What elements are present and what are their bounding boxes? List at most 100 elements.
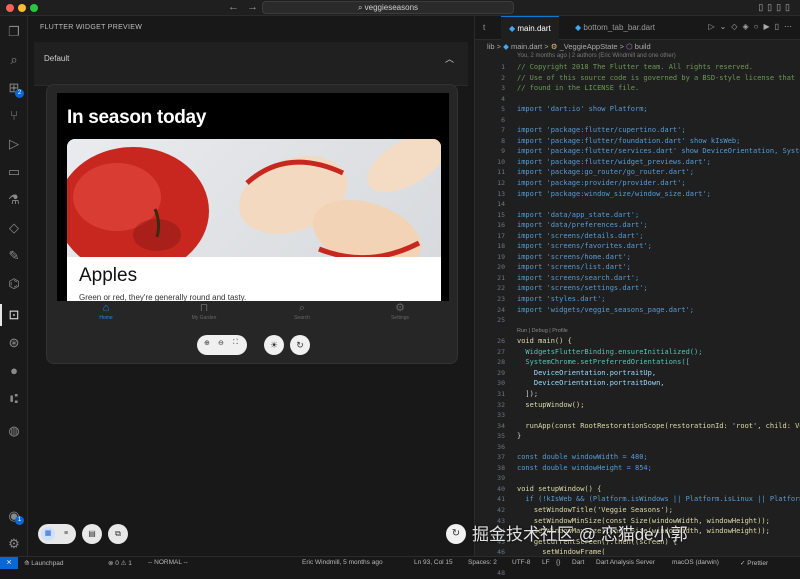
phone-preview[interactable]: In season today Apples Green or red, the… <box>57 93 449 301</box>
command-center-search[interactable]: ⌕ veggieseasons <box>262 1 514 14</box>
code-line: SystemChrome.setPreferredOrientations([ <box>517 358 690 367</box>
line-number: 4 <box>501 94 505 103</box>
active-indicator <box>0 304 2 326</box>
code-line: WidgetsFlutterBinding.ensureInitialized(… <box>517 347 703 356</box>
cursor-position[interactable]: Ln 93, Col 15 <box>414 559 453 566</box>
indentation[interactable]: Spaces: 2 <box>468 559 497 566</box>
github-icon[interactable]: ● <box>4 361 24 381</box>
brightness-toggle-icon[interactable]: ☀ <box>264 335 284 355</box>
source-control-icon[interactable]: ⑂ <box>4 106 24 126</box>
tab-bottom-tab-bar[interactable]: ◆ bottom_tab_bar.dart <box>567 16 663 40</box>
line-number: 6 <box>501 115 505 124</box>
line-number: 40 <box>497 484 505 493</box>
veggie-card[interactable]: Apples Green or red, they're generally r… <box>67 139 441 301</box>
minimize-window-button[interactable] <box>18 4 26 12</box>
prettier-status[interactable]: ✓ Prettier <box>740 559 768 567</box>
code-content[interactable]: // Copyright 2018 The Flutter team. All … <box>517 62 800 558</box>
launchpad-item[interactable]: ⟰ Launchpad <box>24 559 63 567</box>
zoom-out-icon[interactable]: ⊖ <box>218 339 224 347</box>
preview-card: In season today Apples Green or red, the… <box>46 84 458 364</box>
code-line: import 'screens/search.dart'; <box>517 273 640 282</box>
tab-home[interactable]: ⌂ Home <box>57 301 155 329</box>
blame-info[interactable]: Eric Windmill, 5 months ago <box>302 559 383 566</box>
preview-group-label: Default <box>44 54 70 63</box>
history-nav[interactable]: ←→ <box>228 1 266 13</box>
tab-main-dart[interactable]: ◆ main.dart <box>501 16 559 40</box>
testing-icon[interactable]: ⚗ <box>4 190 24 210</box>
line-number: 34 <box>497 421 505 430</box>
breadcrumb-file[interactable]: main.dart <box>511 42 542 51</box>
layout-toggle[interactable]: ▦ ≡ <box>38 524 76 544</box>
preview-group-header[interactable]: Default ︿ <box>34 42 468 86</box>
editor-actions[interactable]: ▷⌄◇◈○▶▯⋯ <box>708 22 797 31</box>
search-icon: ⌕ <box>357 3 365 12</box>
code-line: setWindowTitle('Veggie Seasons'); <box>517 505 673 514</box>
breadcrumb-method[interactable]: build <box>635 42 651 51</box>
braces-indicator[interactable]: {} <box>556 559 560 566</box>
explorer-icon[interactable]: ❐ <box>4 22 24 42</box>
tab-search[interactable]: ⌕ Search <box>253 301 351 329</box>
code-lens[interactable]: Run | Debug | Profile <box>517 326 800 337</box>
code-line: import 'package:flutter/cupertino.dart'; <box>517 126 686 135</box>
pull-request-icon[interactable]: ⊛ <box>4 333 24 353</box>
language-mode[interactable]: Dart <box>572 559 584 566</box>
remote-indicator-icon[interactable]: ⨯ <box>0 557 18 569</box>
open-preview-icon[interactable]: ⧉ <box>108 524 128 544</box>
code-line: ]); <box>517 389 539 398</box>
line-number: 36 <box>497 442 505 451</box>
close-window-button[interactable] <box>6 4 14 12</box>
line-number: 26 <box>497 337 505 346</box>
zoom-window-button[interactable] <box>30 4 38 12</box>
refresh-icon[interactable]: ↻ <box>446 524 466 544</box>
tab-settings[interactable]: ⚙ Settings <box>351 301 449 329</box>
flutter-icon[interactable]: ◇ <box>4 218 24 238</box>
code-line: // found in the LICENSE file. <box>517 84 640 93</box>
layout-controls[interactable]: ▯▯▯▯ <box>758 2 794 13</box>
prompt-icon[interactable]: ⌬ <box>4 274 24 294</box>
zoom-in-icon[interactable]: ⊕ <box>204 339 210 347</box>
encoding[interactable]: UTF-8 <box>512 559 530 566</box>
chevron-up-icon[interactable]: ︿ <box>445 52 454 65</box>
timeline-icon[interactable]: ⑆ <box>4 389 24 409</box>
code-line: void main() { <box>517 337 572 346</box>
run-debug-icon[interactable]: ▷ <box>4 134 24 154</box>
widget-preview-icon[interactable]: ⊡ <box>4 305 24 325</box>
search-icon[interactable]: ⌕ <box>4 50 24 70</box>
line-number: 2 <box>501 73 505 82</box>
list-view-icon[interactable]: ≡ <box>59 527 73 541</box>
problems-count[interactable]: ⊗ 0 ⚠ 1 <box>108 559 132 567</box>
breadcrumb-lib[interactable]: lib <box>487 42 495 51</box>
git-blame-header[interactable]: You, 2 months ago | 2 authors (Eric Wind… <box>517 53 676 59</box>
settings-gear-icon[interactable]: ⚙ <box>4 534 24 554</box>
tab-label: Settings <box>390 315 410 321</box>
target-device[interactable]: macOS (darwin) <box>672 559 719 566</box>
pen-icon[interactable]: ✎ <box>4 246 24 266</box>
code-line: setupWindow(); <box>517 400 585 409</box>
breadcrumb[interactable]: lib > ◆ main.dart > ⚙ _VeggieAppState > … <box>487 42 651 51</box>
restart-preview-icon[interactable]: ↻ <box>290 335 310 355</box>
line-number: 37 <box>497 453 505 462</box>
tab-my-garden[interactable]: ⊓ My Garden <box>155 301 253 329</box>
filter-file-icon[interactable]: ▤ <box>82 524 102 544</box>
line-number: 32 <box>497 400 505 409</box>
fit-screen-icon[interactable]: ⛶ <box>233 339 238 347</box>
line-number: 22 <box>497 284 505 293</box>
veggie-description: Green or red, they're generally round an… <box>79 293 247 301</box>
tab-partial[interactable]: t <box>475 16 493 40</box>
line-number: 1 <box>501 63 505 71</box>
analysis-server[interactable]: Dart Analysis Server <box>596 559 655 566</box>
remote-explorer-icon[interactable]: ▭ <box>4 162 24 182</box>
line-number: 35 <box>497 432 505 441</box>
line-number: 42 <box>497 505 505 514</box>
line-ending[interactable]: LF <box>542 559 550 566</box>
watermark: 掘金技术社区 @ 恋猫de小郭 <box>472 525 688 544</box>
line-number: 30 <box>497 379 505 388</box>
json-icon[interactable]: ◍ <box>4 421 24 441</box>
line-number: 5 <box>501 105 505 114</box>
code-line: import 'screens/favorites.dart'; <box>517 242 652 251</box>
breadcrumb-class[interactable]: _VeggieAppState <box>560 42 618 51</box>
activity-bar: ❐ ⌕ ⊞ 2 ⑂ ▷ ▭ ⚗ ◇ ✎ ⌬ ⊡ ⊛ ● ⑆ ◍ ◉ 1 ⚙ <box>0 16 28 556</box>
grid-view-icon[interactable]: ▦ <box>41 527 55 541</box>
